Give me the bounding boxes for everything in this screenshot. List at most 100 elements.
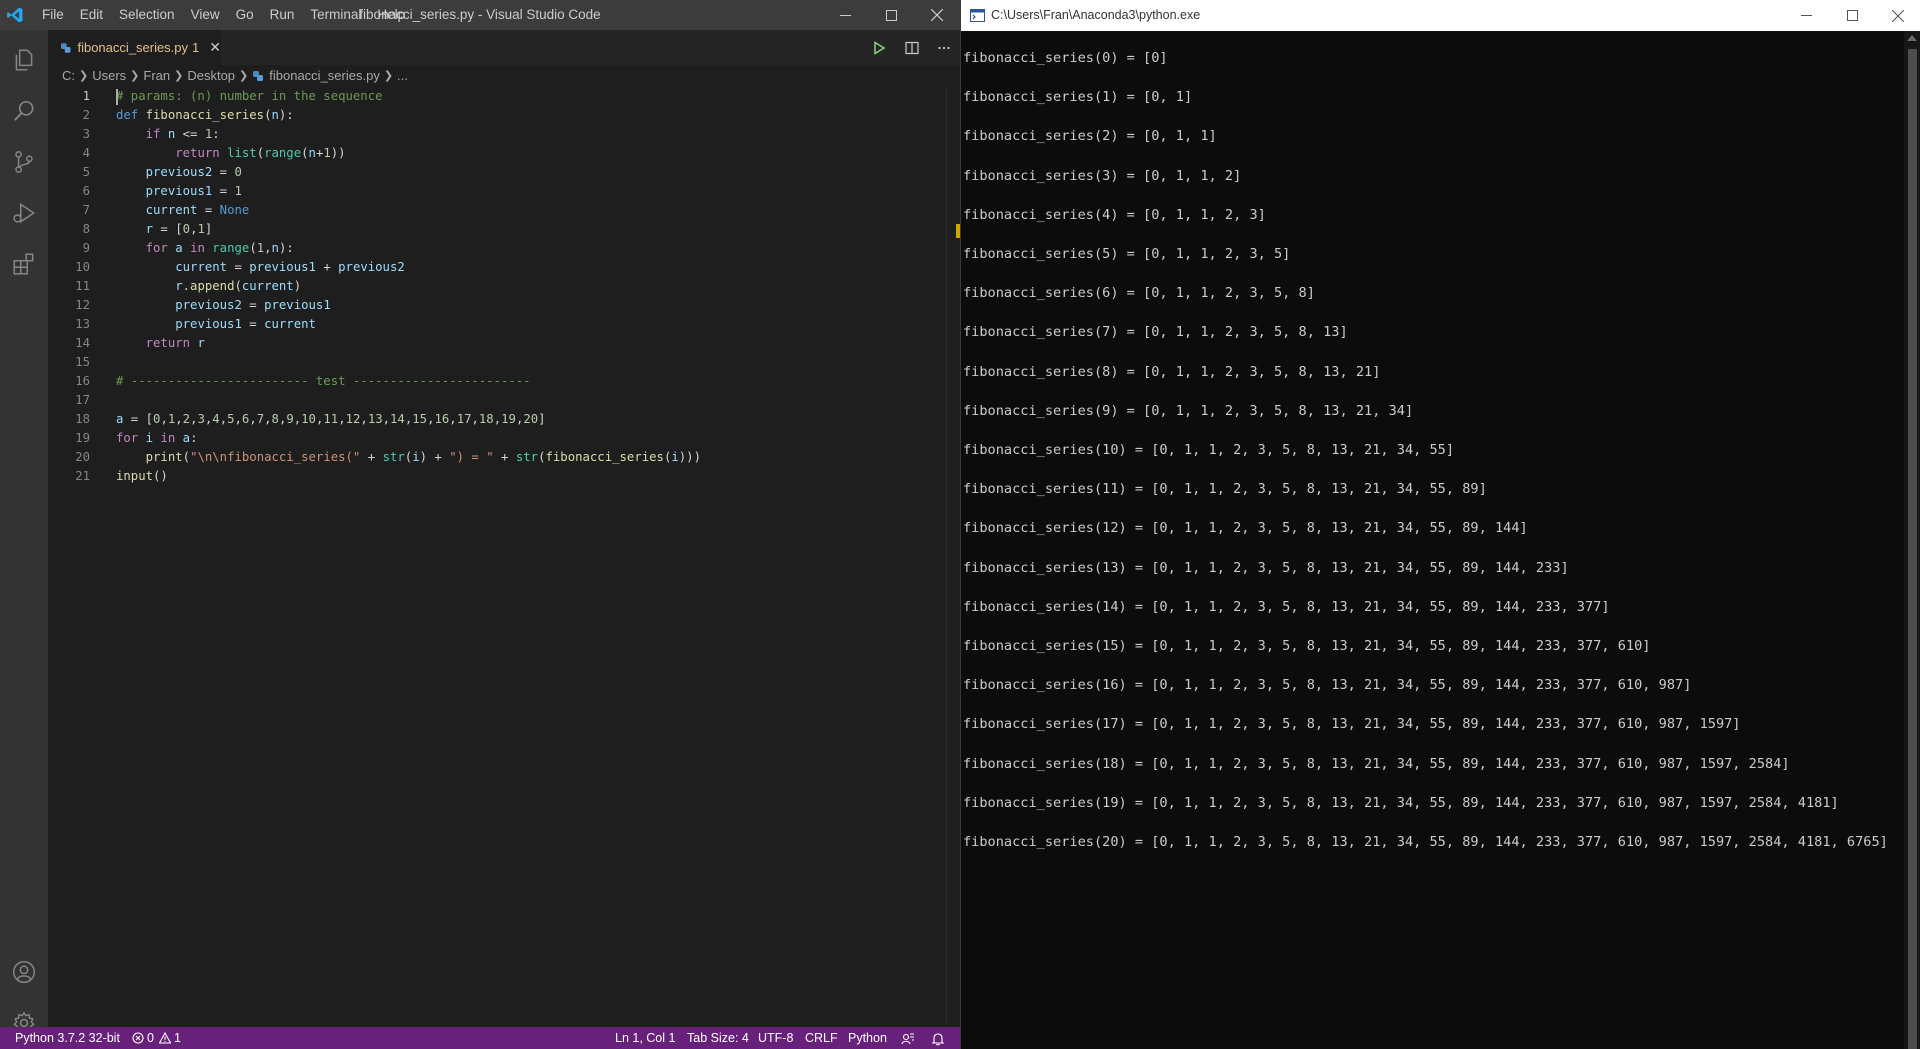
- split-editor-button[interactable]: [899, 35, 925, 61]
- eol-selector[interactable]: CRLF: [805, 1027, 838, 1049]
- console-line: fibonacci_series(4) = [0, 1, 1, 2, 3]: [963, 206, 1266, 223]
- run-file-button[interactable]: [866, 35, 892, 61]
- breadcrumb-item[interactable]: Desktop: [187, 65, 235, 87]
- code-line[interactable]: 9 for a in range(1,n):: [48, 239, 938, 258]
- tab-close-icon[interactable]: ✕: [209, 39, 221, 56]
- console-scrollbar[interactable]: [1904, 31, 1920, 1049]
- code-line[interactable]: 2 def fibonacci_series(n):: [48, 106, 938, 125]
- code-line[interactable]: 1 # params: (n) number in the sequence: [48, 87, 938, 106]
- menu-item-file[interactable]: File: [34, 0, 72, 30]
- code-line[interactable]: 7 current = None: [48, 201, 938, 220]
- close-icon: [931, 9, 943, 21]
- code-text: a = [0,1,2,3,4,5,6,7,8,9,10,11,12,13,14,…: [116, 412, 546, 426]
- code-line[interactable]: 20 print("\n\nfibonacci_series(" + str(i…: [48, 448, 938, 467]
- extensions-button[interactable]: [0, 240, 48, 288]
- code-editor[interactable]: 1 # params: (n) number in the sequence 2 de…: [48, 87, 960, 1027]
- line-number: 13: [75, 317, 90, 331]
- code-line[interactable]: 14 return r: [48, 334, 938, 353]
- code-line[interactable]: 17: [48, 391, 938, 410]
- notifications-button[interactable]: [931, 1031, 945, 1049]
- minimize-icon: [1800, 15, 1812, 16]
- line-number: 17: [75, 393, 90, 407]
- console-maximize-button[interactable]: [1829, 0, 1875, 31]
- menu-item-run[interactable]: Run: [262, 0, 303, 30]
- split-editor-icon: [905, 41, 919, 55]
- code-line[interactable]: 13 previous1 = current: [48, 315, 938, 334]
- menu-item-help[interactable]: Help: [369, 0, 413, 30]
- maximize-icon: [1846, 10, 1858, 21]
- code-line[interactable]: 12 previous2 = previous1: [48, 296, 938, 315]
- feedback-button[interactable]: [901, 1031, 915, 1049]
- source-control-button[interactable]: [0, 138, 48, 186]
- breadcrumb: C: ❯ Users ❯ Fran ❯ Desktop ❯ fibonacci_…: [62, 65, 408, 87]
- encoding-selector[interactable]: UTF-8: [758, 1027, 793, 1049]
- breadcrumb-item[interactable]: Fran: [143, 65, 170, 87]
- scrollbar-thumb[interactable]: [1908, 49, 1917, 1049]
- search-button[interactable]: [0, 87, 48, 135]
- breadcrumb-item[interactable]: ...: [397, 65, 408, 87]
- line-number: 10: [75, 260, 90, 274]
- more-actions-button[interactable]: [931, 35, 957, 61]
- line-number: 14: [75, 336, 90, 350]
- close-window-button[interactable]: [914, 0, 960, 30]
- console-minimize-button[interactable]: [1783, 0, 1829, 31]
- account-icon: [12, 960, 36, 984]
- console-line: fibonacci_series(13) = [0, 1, 1, 2, 3, 5…: [963, 559, 1569, 576]
- line-number: 7: [82, 203, 90, 217]
- breadcrumb-item[interactable]: C:: [62, 65, 75, 87]
- line-number: 19: [75, 431, 90, 445]
- code-line[interactable]: 10 current = previous1 + previous2: [48, 258, 938, 277]
- code-text: input(): [116, 469, 168, 483]
- error-count: 0: [147, 1031, 154, 1045]
- close-icon: [1892, 9, 1904, 22]
- run-debug-button[interactable]: [0, 189, 48, 237]
- code-line[interactable]: 15: [48, 353, 938, 372]
- code-text: for i in a:: [116, 431, 198, 445]
- tab-size-selector[interactable]: Tab Size: 4: [687, 1027, 749, 1049]
- accounts-button[interactable]: [0, 948, 48, 996]
- files-icon: [15, 49, 33, 71]
- tab-fibonacci-series[interactable]: fibonacci_series.py 1 ✕: [48, 30, 221, 65]
- line-number: 2: [82, 108, 90, 122]
- console-line: fibonacci_series(20) = [0, 1, 1, 2, 3, 5…: [963, 834, 1888, 850]
- menu-item-edit[interactable]: Edit: [72, 0, 111, 30]
- minimize-button[interactable]: [822, 0, 868, 30]
- code-line[interactable]: 11 r.append(current): [48, 277, 938, 296]
- code-text: current = None: [145, 203, 250, 217]
- vscode-window: File Edit Selection View Go Run Terminal Help f…: [0, 0, 960, 1049]
- code-text: r = [0,1]: [145, 222, 213, 236]
- source-control-icon: [15, 151, 33, 173]
- console-line: fibonacci_series(9) = [0, 1, 1, 2, 3, 5,…: [963, 402, 1414, 419]
- explorer-button[interactable]: [0, 36, 48, 84]
- menu-item-view[interactable]: View: [183, 0, 228, 30]
- code-line[interactable]: 6 previous1 = 1: [48, 182, 938, 201]
- run-debug-icon: [13, 202, 36, 224]
- code-line[interactable]: 18 a = [0,1,2,3,4,5,6,7,8,9,10,11,12,13,1…: [48, 410, 938, 429]
- tab-label: fibonacci_series.py: [77, 40, 189, 55]
- menu-item-go[interactable]: Go: [228, 0, 262, 30]
- chevron-right-icon: ❯: [174, 70, 184, 82]
- console-line: fibonacci_series(7) = [0, 1, 1, 2, 3, 5,…: [963, 324, 1348, 341]
- code-line[interactable]: 8 r = [0,1]: [48, 220, 938, 239]
- maximize-button[interactable]: [868, 0, 914, 30]
- console-line: fibonacci_series(6) = [0, 1, 1, 2, 3, 5,…: [963, 285, 1315, 302]
- line-number: 9: [82, 241, 90, 255]
- problems-indicator[interactable]: 0 1: [132, 1027, 181, 1049]
- breadcrumb-item[interactable]: fibonacci_series.py: [269, 65, 380, 87]
- code-line[interactable]: 21 input(): [48, 467, 938, 486]
- cursor-position[interactable]: Ln 1, Col 1: [615, 1027, 675, 1049]
- code-line[interactable]: 5 previous2 = 0: [48, 163, 938, 182]
- interpreter-selector[interactable]: Python 3.7.2 32-bit: [15, 1027, 120, 1049]
- console-output[interactable]: fibonacci_series(0) = [0] fibonacci_serie…: [961, 31, 1904, 1049]
- console-close-button[interactable]: [1875, 0, 1920, 31]
- language-mode-selector[interactable]: Python: [848, 1027, 887, 1049]
- console-line: fibonacci_series(19) = [0, 1, 1, 2, 3, 5…: [963, 794, 1839, 811]
- breadcrumb-item[interactable]: Users: [92, 65, 126, 87]
- code-line[interactable]: 19 for i in a:: [48, 429, 938, 448]
- code-line[interactable]: 4 return list(range(n+1)): [48, 144, 938, 163]
- scroll-up-icon[interactable]: [1907, 35, 1917, 41]
- menu-item-terminal[interactable]: Terminal: [302, 0, 369, 30]
- menu-item-selection[interactable]: Selection: [111, 0, 183, 30]
- code-line[interactable]: 16 # ------------------------ test ------…: [48, 372, 938, 391]
- code-line[interactable]: 3 if n <= 1:: [48, 125, 938, 144]
